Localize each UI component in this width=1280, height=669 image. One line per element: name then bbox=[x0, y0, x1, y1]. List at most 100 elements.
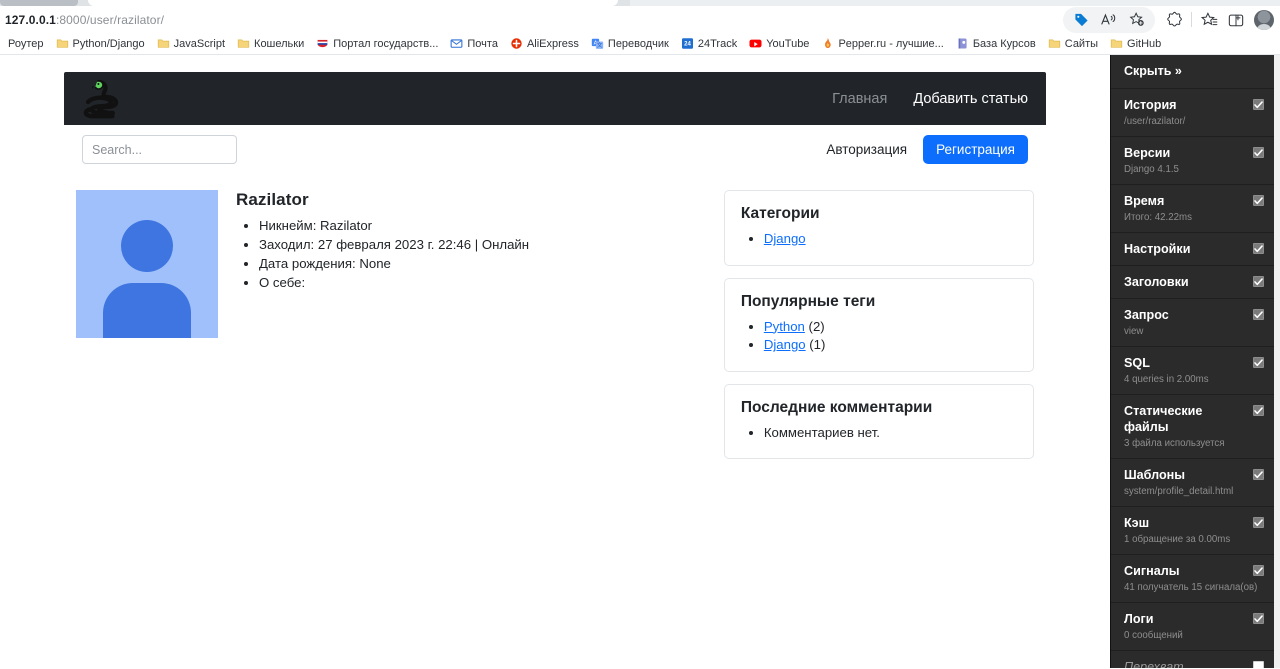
login-link[interactable]: Авторизация bbox=[826, 142, 907, 157]
gosuslugi-icon bbox=[316, 37, 329, 50]
debug-panel-title: Логи bbox=[1124, 612, 1154, 626]
debug-panel-checkbox[interactable] bbox=[1253, 565, 1264, 576]
bookmark-item[interactable]: 24 24Track bbox=[675, 34, 743, 54]
sidebar-card-suffix: Комментариев нет. bbox=[763, 424, 880, 440]
debug-panel[interactable]: Настройки bbox=[1111, 233, 1275, 266]
debug-panel-subtitle: Итого: 42.22ms bbox=[1124, 212, 1192, 223]
collections-tag-icon[interactable] bbox=[1068, 9, 1094, 31]
debug-panel-checkbox[interactable] bbox=[1253, 99, 1264, 110]
debug-panel[interactable]: SQL 4 queries in 2.00ms bbox=[1111, 347, 1275, 395]
bookmark-item[interactable]: GitHub bbox=[1104, 34, 1167, 54]
nav-link-add-article[interactable]: Добавить статью bbox=[913, 91, 1028, 107]
search-input[interactable] bbox=[82, 135, 237, 164]
debug-panel-checkbox[interactable] bbox=[1253, 613, 1264, 624]
nav-link-home[interactable]: Главная bbox=[832, 91, 887, 107]
bookmark-label: Переводчик bbox=[607, 37, 669, 50]
read-aloud-icon[interactable] bbox=[1096, 9, 1122, 31]
debug-panel[interactable]: Шаблоны system/profile_detail.html bbox=[1111, 459, 1275, 507]
sidebar-card: Последние комментарии Комментариев нет. bbox=[723, 383, 1034, 459]
favorites-icon[interactable] bbox=[1196, 9, 1222, 31]
avatar bbox=[76, 190, 218, 338]
flame-icon bbox=[821, 37, 834, 50]
green-snake-logo bbox=[83, 79, 119, 118]
default-user-avatar-image bbox=[76, 190, 218, 338]
bookmark-label: Почта bbox=[467, 37, 498, 50]
bookmarks-bar: Роутер Python/Django JavaScript Кошельки Пор… bbox=[0, 33, 1280, 55]
debug-panel-title: Настройки bbox=[1124, 242, 1191, 256]
bookmark-item[interactable]: YouTube bbox=[743, 34, 815, 54]
debug-panel[interactable]: История/user/razilator/ bbox=[1111, 89, 1275, 137]
translate-icon: A文 bbox=[591, 37, 604, 50]
address-bar[interactable]: 127.0.0.1:8000/user/razilator/ bbox=[0, 6, 1280, 33]
debug-panel[interactable]: Заголовки bbox=[1111, 266, 1275, 299]
debug-panel[interactable]: Статические файлы 3 файла используется bbox=[1111, 395, 1275, 459]
bookmark-item[interactable]: Pepper.ru - лучшие... bbox=[815, 34, 949, 54]
bookmark-item[interactable]: AliExpress bbox=[504, 34, 585, 54]
bookmark-label: Python/Django bbox=[72, 37, 145, 50]
bookmark-item[interactable]: Роутер bbox=[2, 34, 50, 54]
debug-panel-checkbox[interactable] bbox=[1253, 147, 1264, 158]
debug-panel-title: SQL bbox=[1124, 356, 1150, 370]
profile-detail-item: Никнейм: Razilator bbox=[259, 217, 529, 236]
url-text: 127.0.0.1:8000/user/razilator/ bbox=[5, 13, 164, 27]
url-host: 127.0.0.1 bbox=[5, 12, 56, 27]
debug-panel[interactable]: Сигналы 41 получатель 15 сигнала(ов) bbox=[1111, 555, 1275, 603]
debug-panel[interactable]: Логи 0 сообщений bbox=[1111, 603, 1275, 651]
navbar-links: Главная Добавить статью bbox=[832, 91, 1028, 107]
address-bar-pill-group bbox=[1063, 6, 1155, 33]
debug-panel-subtitle: 41 получатель 15 сигнала(ов) bbox=[1124, 582, 1258, 593]
avatar-head-shape bbox=[121, 220, 173, 272]
split-screen-icon[interactable] bbox=[1223, 9, 1249, 31]
debug-panel-checkbox[interactable] bbox=[1253, 195, 1264, 206]
bookmark-item[interactable]: Портал государств... bbox=[310, 34, 444, 54]
list-item: Django (1) bbox=[764, 336, 1017, 355]
bookmark-item[interactable]: База Курсов bbox=[950, 34, 1042, 54]
debug-panel[interactable]: Время Итого: 42.22ms bbox=[1111, 185, 1275, 233]
debug-panel-list: История/user/razilator/Версии Django 4.1.… bbox=[1111, 89, 1275, 668]
debug-panel-checkbox[interactable] bbox=[1253, 661, 1264, 668]
register-button[interactable]: Регистрация bbox=[923, 135, 1028, 164]
profile-avatar-icon[interactable] bbox=[1254, 9, 1274, 30]
debug-panel-checkbox[interactable] bbox=[1253, 276, 1264, 287]
profile-detail-item: Заходил: 27 февраля 2023 г. 22:46 | Онла… bbox=[259, 236, 529, 255]
sidebar-card-suffix: (1) bbox=[805, 337, 826, 352]
debug-panel-title: Статические файлы bbox=[1124, 404, 1203, 434]
debug-panel-checkbox[interactable] bbox=[1253, 357, 1264, 368]
list-item: Django bbox=[764, 230, 1017, 249]
debug-panel-checkbox[interactable] bbox=[1253, 469, 1264, 480]
debug-panel-checkbox[interactable] bbox=[1253, 405, 1264, 416]
bookmark-item[interactable]: A 文 Переводчик bbox=[585, 34, 675, 54]
debug-panel-subtitle: 3 файла используется bbox=[1124, 438, 1225, 449]
debug-toolbar-hide-button[interactable]: Скрыть » bbox=[1111, 55, 1275, 89]
debug-panel[interactable]: Версии Django 4.1.5 bbox=[1111, 137, 1275, 185]
site-logo[interactable] bbox=[82, 79, 128, 119]
debug-panel-checkbox[interactable] bbox=[1253, 517, 1264, 528]
debug-panel-subtitle: 4 queries in 2.00ms bbox=[1124, 374, 1209, 385]
debug-panel[interactable]: Запрос view bbox=[1111, 299, 1275, 347]
bookmark-item[interactable]: JavaScript bbox=[151, 34, 231, 54]
bookmark-label: GitHub bbox=[1127, 37, 1162, 50]
page-content: Razilator Никнейм: RazilatorЗаходил: 27 … bbox=[64, 190, 1046, 471]
bookmark-item[interactable]: Почта bbox=[444, 34, 504, 54]
sidebar-card-link[interactable]: Python bbox=[764, 319, 805, 334]
sidebar-card-link[interactable]: Django bbox=[764, 231, 806, 246]
bookmark-label: Портал государств... bbox=[333, 37, 439, 50]
profile-column: Razilator Никнейм: RazilatorЗаходил: 27 … bbox=[76, 190, 724, 471]
bookmark-item[interactable]: Python/Django bbox=[50, 34, 151, 54]
profile-detail-item: О себе: bbox=[259, 274, 529, 293]
sidebar-card-link[interactable]: Django bbox=[764, 337, 806, 352]
add-favorite-icon[interactable] bbox=[1124, 9, 1150, 31]
debug-panel[interactable]: Перехват редиректов bbox=[1111, 651, 1275, 668]
debug-panel[interactable]: Кэш 1 обращение за 0.00ms bbox=[1111, 507, 1275, 555]
debug-panel-checkbox[interactable] bbox=[1253, 309, 1264, 320]
bookmark-item[interactable]: Сайты bbox=[1042, 34, 1104, 54]
bookmark-item[interactable]: Кошельки bbox=[231, 34, 310, 54]
page-scrollbar[interactable] bbox=[1274, 55, 1280, 668]
debug-panel-checkbox[interactable] bbox=[1253, 243, 1264, 254]
debug-panel-subtitle: Django 4.1.5 bbox=[1124, 164, 1179, 175]
debug-panel-title: Перехват редиректов bbox=[1124, 660, 1184, 668]
sidebar-card: Категории Django bbox=[723, 190, 1034, 266]
sidebar-card-title: Категории bbox=[740, 205, 820, 222]
browser-essentials-icon[interactable] bbox=[1161, 9, 1187, 31]
django-debug-toolbar: Скрыть » История/user/razilator/Версии Dj… bbox=[1110, 55, 1280, 668]
